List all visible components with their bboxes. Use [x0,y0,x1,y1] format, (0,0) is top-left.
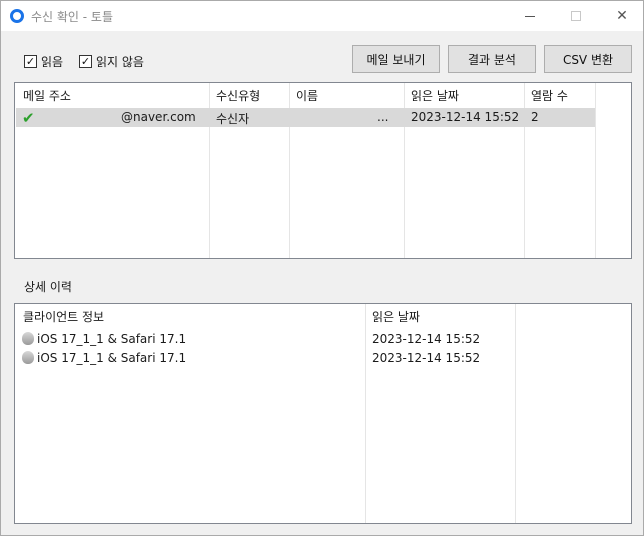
column-header-detail-read-date[interactable]: 읽은 날짜 [372,308,420,325]
maximize-icon [571,11,581,21]
column-divider [515,304,516,523]
column-header-client[interactable]: 클라이언트 정보 [23,308,104,325]
detail-history-list[interactable]: 클라이언트 정보 읽은 날짜 iOS 17_1_1 & Safari 17.1 … [14,303,632,524]
read-check-icon: ✔ [22,109,35,127]
app-icon [10,9,24,23]
title-bar[interactable]: 수신 확인 - 토틀 ✕ [1,1,643,31]
column-header-type[interactable]: 수신유형 [216,87,260,104]
column-header-read-date[interactable]: 읽은 날짜 [411,87,459,104]
recipient-read-date: 2023-12-14 15:52 [411,110,520,124]
csv-export-button[interactable]: CSV 변환 [544,45,632,73]
close-icon: ✕ [616,8,628,24]
column-header-open-count[interactable]: 열람 수 [531,87,568,104]
client-info: iOS 17_1_1 & Safari 17.1 [37,351,187,365]
column-divider [365,304,366,523]
read-checkbox[interactable]: ✓ [24,55,37,68]
recipient-name: ... [377,110,389,124]
recipient-type: 수신자 [216,112,250,126]
apple-icon [22,332,34,345]
apple-icon [22,351,34,364]
analyze-results-button[interactable]: 결과 분석 [448,45,536,73]
maximize-button [553,1,599,31]
column-header-name[interactable]: 이름 [296,87,318,104]
column-header-email[interactable]: 메일 주소 [23,87,71,104]
minimize-icon [525,15,535,17]
detail-read-date: 2023-12-14 15:52 [372,332,481,346]
unread-checkbox[interactable]: ✓ [79,55,92,68]
close-button[interactable]: ✕ [599,1,644,31]
recipient-open-count: 2 [531,110,539,124]
unread-filter[interactable]: ✓ 읽지 않음 [79,53,144,70]
send-mail-button[interactable]: 메일 보내기 [352,45,440,73]
list-item[interactable]: iOS 17_1_1 & Safari 17.1 [22,351,186,365]
list-item[interactable]: iOS 17_1_1 & Safari 17.1 [22,332,186,346]
read-filter-label: 읽음 [41,55,64,69]
column-divider [595,83,596,258]
window-title: 수신 확인 - 토틀 [31,10,114,24]
unread-filter-label: 읽지 않음 [96,55,144,69]
detail-read-date: 2023-12-14 15:52 [372,351,481,365]
minimize-button[interactable] [507,1,553,31]
read-filter[interactable]: ✓ 읽음 [24,53,63,70]
recipient-email: @naver.com [121,110,196,124]
receipt-window: 수신 확인 - 토틀 ✕ ✓ 읽음 ✓ 읽지 않음 메일 보내기 결과 분석 C… [0,0,644,536]
client-info: iOS 17_1_1 & Safari 17.1 [37,332,187,346]
detail-history-label: 상세 이력 [24,280,72,294]
recipients-list[interactable]: 메일 주소 수신유형 이름 읽은 날짜 열람 수 ✔ @naver.com 수신… [14,82,632,259]
